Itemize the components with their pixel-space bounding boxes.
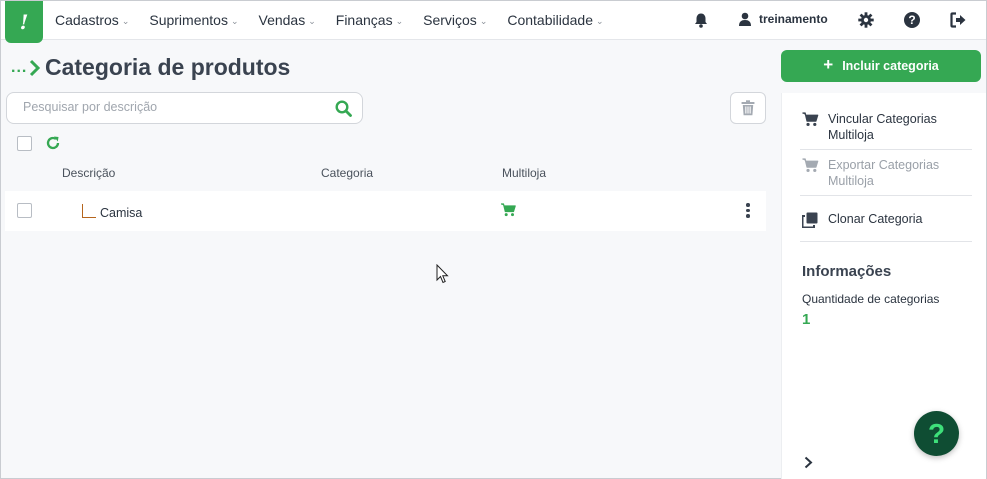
delete-button[interactable] (730, 92, 766, 124)
gear-icon[interactable] (857, 11, 875, 29)
column-header-categoria[interactable]: Categoria (321, 166, 373, 180)
search-icon[interactable] (335, 100, 352, 122)
clone-icon (801, 212, 820, 233)
top-navbar: ! Cadastros ⌄ Suprimentos ⌄ Vendas ⌄ Finanç… (1, 1, 986, 43)
cart-icon (802, 158, 820, 178)
divider (800, 241, 972, 242)
menu-suprimentos[interactable]: Suprimentos ⌄ (149, 12, 238, 28)
add-category-button[interactable]: + Incluir categoria (781, 50, 981, 82)
menu-label: Vendas (258, 12, 306, 28)
chevron-down-icon: ⌄ (595, 15, 604, 26)
menu-cadastros[interactable]: Cadastros ⌄ (55, 12, 129, 28)
logout-icon[interactable] (949, 11, 967, 29)
user-icon (739, 12, 751, 26)
search-box (6, 92, 363, 124)
menu-servicos[interactable]: Serviços ⌄ (423, 12, 487, 28)
menu-label: Suprimentos (149, 12, 228, 28)
divider (800, 195, 972, 196)
link-multiloja-action[interactable]: Vincular Categorias Multiloja (802, 111, 948, 143)
action-label: Vincular Categorias Multiloja (828, 112, 937, 142)
page-title: Categoria de produtos (45, 54, 291, 80)
mouse-cursor-icon (436, 263, 449, 289)
trash-icon (741, 100, 755, 116)
menu-label: Finanças (335, 12, 393, 28)
search-input[interactable] (23, 100, 323, 114)
category-count-value: 1 (802, 311, 811, 328)
menu-contabilidade[interactable]: Contabilidade ⌄ (507, 12, 603, 28)
logo-glyph: ! (19, 10, 29, 34)
app-logo[interactable]: ! (5, 1, 43, 43)
info-title: Informações (802, 263, 892, 280)
refresh-icon[interactable] (45, 135, 61, 156)
menu-label: Serviços (423, 12, 477, 28)
chevron-down-icon: ⌄ (230, 15, 239, 26)
select-all-checkbox[interactable] (17, 136, 32, 151)
chevron-down-icon: ⌄ (479, 15, 488, 26)
help-circle-icon[interactable]: ? (903, 11, 921, 29)
menu-vendas[interactable]: Vendas ⌄ (259, 12, 316, 28)
breadcrumb-ellipsis[interactable]: ... (11, 59, 27, 77)
svg-text:?: ? (908, 13, 915, 27)
category-count-label: Quantidade de categorias (802, 292, 940, 306)
help-fab-button[interactable]: ? (914, 411, 959, 456)
tree-connector (82, 204, 96, 218)
chevron-right-icon[interactable] (804, 456, 813, 474)
user-name: treinamento (759, 12, 828, 26)
column-header-descricao[interactable]: Descrição (62, 166, 115, 180)
row-more-icon[interactable] (745, 203, 751, 218)
cart-icon (802, 112, 820, 132)
user-menu[interactable]: treinamento (738, 12, 828, 26)
cart-icon (501, 203, 516, 222)
add-category-label: Incluir categoria (842, 59, 939, 73)
table-row[interactable]: Camisa (5, 191, 766, 231)
menu-label: Cadastros (55, 12, 119, 28)
plus-icon: + (823, 55, 834, 74)
action-label: Clonar Categoria (828, 212, 923, 226)
chevron-down-icon: ⌄ (308, 15, 316, 26)
row-checkbox[interactable] (17, 203, 32, 218)
menu-label: Contabilidade (507, 12, 593, 28)
chevron-right-icon (29, 59, 41, 82)
chevron-down-icon: ⌄ (395, 15, 404, 26)
clone-category-action[interactable]: Clonar Categoria (801, 211, 948, 233)
export-multiloja-action[interactable]: Exportar Categorias Multiloja (802, 157, 948, 189)
action-label: Exportar Categorias Multiloja (828, 158, 940, 188)
main-menu: Cadastros ⌄ Suprimentos ⌄ Vendas ⌄ Finanças… (55, 1, 624, 39)
column-header-multiloja[interactable]: Multiloja (502, 166, 546, 180)
divider (800, 149, 972, 150)
bell-icon[interactable] (692, 11, 710, 29)
chevron-down-icon: ⌄ (121, 15, 130, 26)
row-description: Camisa (100, 206, 143, 220)
menu-financas[interactable]: Finanças ⌄ (336, 12, 403, 28)
